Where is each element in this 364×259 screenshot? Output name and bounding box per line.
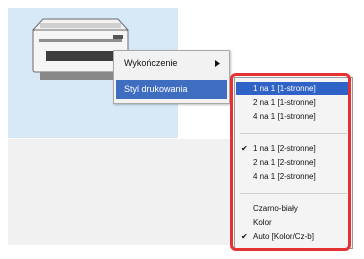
- menu-item-print-style[interactable]: Styl drukowania: [116, 80, 227, 99]
- submenu-item-auto[interactable]: ✔ Auto [Kolor/Cz-b]: [236, 230, 351, 243]
- submenu-item-1na1-1s[interactable]: 1 na 1 [1-stronne]: [236, 82, 351, 95]
- separator: [240, 133, 347, 134]
- separator: [240, 193, 347, 194]
- submenu-item-bw[interactable]: Czarno-biały: [236, 202, 351, 215]
- submenu-item-2na1-1s[interactable]: 2 na 1 [1-stronne]: [236, 96, 351, 109]
- submenu-item-label: 2 na 1 [2-stronne]: [253, 158, 316, 167]
- submenu-item-label: 4 na 1 [1-stronne]: [253, 112, 316, 121]
- submenu-item-4na1-2s[interactable]: 4 na 1 [2-stronne]: [236, 170, 351, 183]
- submenu-item-2na1-2s[interactable]: 2 na 1 [2-stronne]: [236, 156, 351, 169]
- menu-item-finish-label: Wykończenie: [124, 58, 178, 68]
- menu-item-finish[interactable]: Wykończenie: [116, 54, 227, 73]
- triangle-right-icon: [215, 60, 220, 67]
- lower-panel: [8, 139, 230, 245]
- submenu-item-label: 4 na 1 [2-stronne]: [253, 172, 316, 181]
- submenu-item-1na1-2s[interactable]: ✔ 1 na 1 [2-stronne]: [236, 142, 351, 155]
- submenu-item-color[interactable]: Kolor: [236, 216, 351, 229]
- check-icon: ✔: [241, 232, 248, 241]
- submenu-item-4na1-1s[interactable]: 4 na 1 [1-stronne]: [236, 110, 351, 123]
- context-menu: Wykończenie Styl drukowania: [113, 50, 230, 104]
- submenu-item-label: 2 na 1 [1-stronne]: [253, 98, 316, 107]
- menu-item-print-style-label: Styl drukowania: [124, 84, 188, 94]
- submenu-item-label: Kolor: [253, 218, 272, 227]
- check-icon: ✔: [241, 144, 248, 153]
- submenu-item-label: Auto [Kolor/Cz-b]: [253, 232, 314, 241]
- print-style-submenu: 1 na 1 [1-stronne] 2 na 1 [1-stronne] 4 …: [234, 77, 353, 249]
- submenu-item-label: 1 na 1 [1-stronne]: [253, 84, 316, 93]
- submenu-item-label: 1 na 1 [2-stronne]: [253, 144, 316, 153]
- submenu-item-label: Czarno-biały: [253, 204, 298, 213]
